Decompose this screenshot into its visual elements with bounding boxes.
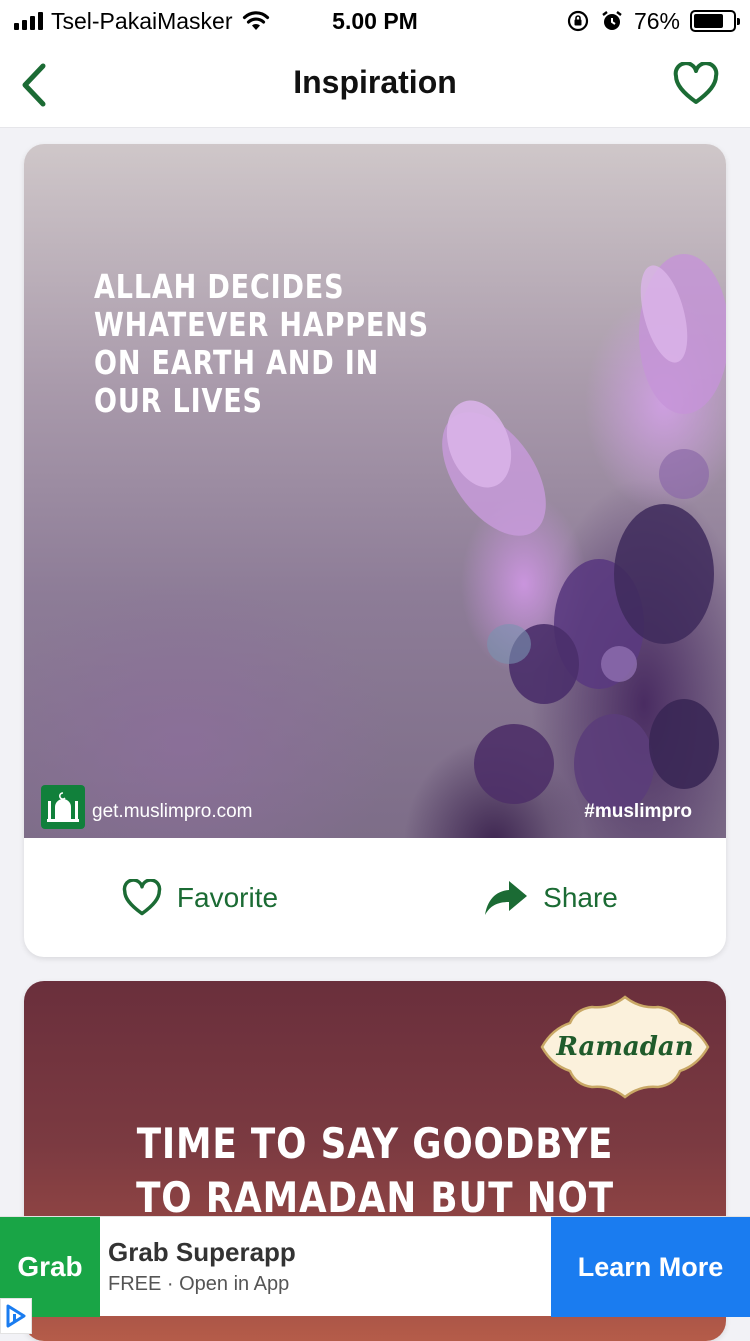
share-arrow-icon (485, 880, 528, 915)
ad-choices-icon[interactable] (0, 1298, 32, 1334)
navigation-bar: Inspiration (0, 42, 750, 128)
page-title: Inspiration (293, 64, 457, 100)
quote-text: TIME TO SAY GOODBYE TO RAMADAN BUT NOT (77, 1117, 674, 1225)
share-label: Share (543, 881, 618, 913)
inspiration-image[interactable]: ALLAH DECIDES WHATEVER HAPPENS ON EARTH … (24, 144, 726, 838)
mosque-icon (47, 792, 79, 822)
battery-percent: 76% (633, 7, 680, 34)
favorite-button[interactable]: Favorite (24, 838, 375, 957)
alarm-icon (602, 11, 622, 30)
quote-text: ALLAH DECIDES WHATEVER HAPPENS ON EARTH … (94, 267, 429, 420)
muslimpro-logo (41, 785, 85, 829)
inspiration-card: ALLAH DECIDES WHATEVER HAPPENS ON EARTH … (24, 144, 726, 957)
lavender-illustration (442, 254, 726, 814)
card-actions: Favorite Share (24, 838, 726, 957)
ad-subtitle: FREE · Open in App (108, 1273, 290, 1295)
status-bar: Tsel-PakaiMasker 5.00 PM 76% (0, 0, 750, 42)
rotation-lock-icon (567, 10, 589, 32)
play-triangle-icon (6, 1304, 26, 1328)
hashtag: #muslimpro (584, 801, 692, 822)
brand-url: get.muslimpro.com (92, 801, 253, 822)
battery-icon (690, 10, 740, 32)
ramadan-badge: Ramadan (556, 1032, 694, 1062)
favorite-label: Favorite (176, 881, 279, 913)
heart-outline-icon (122, 878, 162, 915)
ad-title: Grab Superapp (108, 1237, 296, 1267)
ad-banner[interactable]: Grab Grab Superapp FREE · Open in App Le… (0, 1216, 750, 1317)
status-right: 76% (566, 0, 740, 42)
learn-more-button[interactable]: Learn More (551, 1217, 750, 1317)
share-button[interactable]: Share (375, 838, 726, 957)
quote-line: TIME TO SAY GOODBYE (136, 1119, 614, 1168)
favorites-button[interactable] (672, 61, 720, 106)
heart-outline-icon (673, 61, 719, 104)
